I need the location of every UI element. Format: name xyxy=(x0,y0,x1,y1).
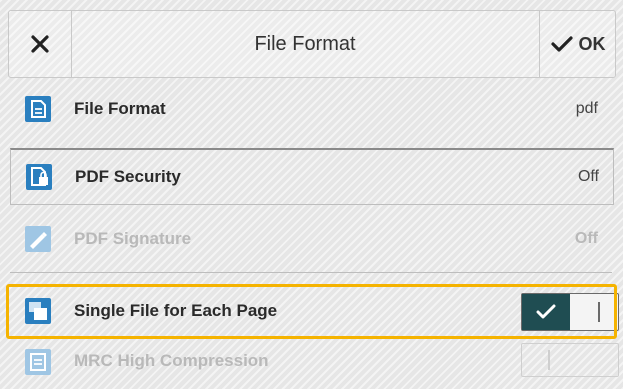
setting-value: pdf xyxy=(575,100,598,117)
setting-row-pdf-signature: PDF Signature Off xyxy=(10,210,612,268)
setting-label: MRC High Compression xyxy=(74,351,269,370)
checkmark-icon xyxy=(536,304,556,319)
setting-value: Off xyxy=(574,230,598,247)
mrc-compression-icon xyxy=(25,349,51,375)
setting-row-mrc-compression: MRC High Compression xyxy=(10,333,619,389)
checkmark-icon xyxy=(550,36,573,52)
ok-button[interactable]: OK xyxy=(539,11,616,77)
single-file-icon xyxy=(25,298,51,324)
setting-label: PDF Security xyxy=(75,167,181,186)
file-format-icon xyxy=(25,96,51,122)
dialog-title: File Format xyxy=(254,32,356,55)
toggle-knob xyxy=(598,302,600,322)
close-icon xyxy=(31,35,49,53)
setting-row-pdf-security[interactable]: PDF Security Off xyxy=(10,148,614,205)
close-button[interactable] xyxy=(9,11,72,77)
setting-label: Single File for Each Page xyxy=(74,301,278,320)
dialog-header: File Format OK xyxy=(8,10,616,78)
setting-value: Off xyxy=(577,168,599,185)
toggle-on-segment xyxy=(522,294,570,330)
pdf-signature-icon xyxy=(25,226,51,252)
setting-row-file-format[interactable]: File Format pdf xyxy=(10,80,612,138)
ok-label: OK xyxy=(578,33,606,54)
row-divider xyxy=(10,272,612,273)
mrc-compression-toggle xyxy=(521,343,619,377)
pdf-security-icon xyxy=(26,164,52,190)
setting-label: PDF Signature xyxy=(74,229,192,248)
single-file-toggle[interactable] xyxy=(521,293,619,331)
setting-row-single-file[interactable]: Single File for Each Page xyxy=(10,282,619,340)
toggle-knob xyxy=(548,350,550,370)
setting-label: File Format xyxy=(74,99,166,118)
file-format-panel: File Format OK File Format pdf PDF Secur… xyxy=(0,0,623,389)
